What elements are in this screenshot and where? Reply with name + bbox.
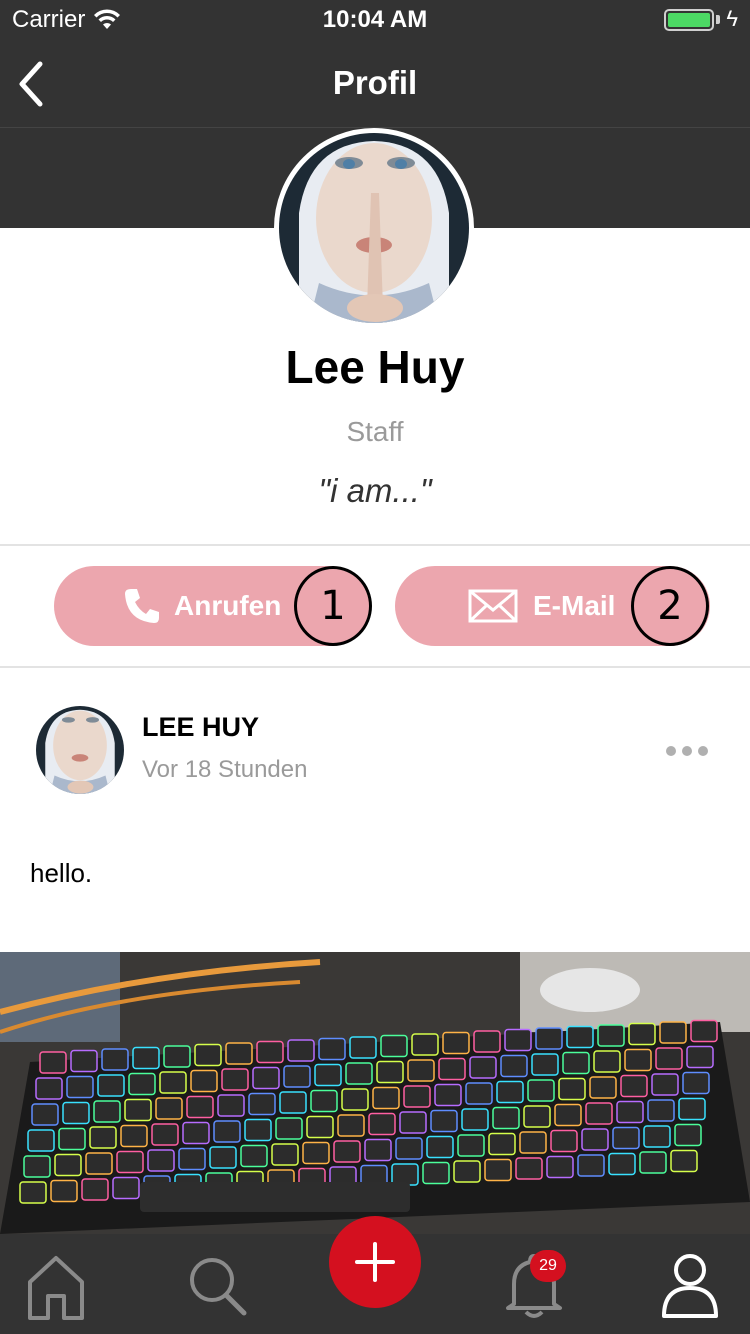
tab-home[interactable] (16, 1248, 96, 1324)
keyboard-photo (0, 952, 750, 1234)
nav-bar: Profil (0, 40, 750, 128)
search-icon (190, 1258, 247, 1316)
post-image[interactable] (0, 952, 750, 1234)
profile-name: Lee Huy (285, 341, 465, 393)
call-button[interactable]: Anrufen 1 (54, 566, 372, 646)
charging-icon: ϟ (726, 6, 738, 31)
status-bar: Carrier 10:04 AM ϟ (0, 0, 750, 40)
post-timestamp: Vor 18 Stunden (142, 756, 308, 783)
post-author-name[interactable]: LEE HUY (142, 712, 259, 743)
tab-profile[interactable] (650, 1248, 730, 1324)
notification-count-badge: 29 (530, 1250, 566, 1282)
email-marker: 2 (631, 566, 709, 646)
more-options-button[interactable] (664, 738, 710, 762)
email-label: E-Mail (533, 590, 616, 621)
post-author-avatar[interactable] (36, 706, 124, 794)
profile-role: Staff (346, 416, 404, 447)
avatar-illustration (279, 133, 469, 323)
page-title: Profil (332, 64, 418, 101)
user-icon (662, 1254, 718, 1318)
status-time: 10:04 AM (322, 6, 428, 33)
plus-icon (355, 1242, 395, 1282)
home-icon (28, 1256, 84, 1320)
phone-icon (125, 589, 159, 623)
call-marker: 1 (294, 566, 372, 646)
profile-avatar (274, 128, 474, 328)
post-text: hello. (30, 858, 93, 888)
tab-search[interactable] (176, 1248, 256, 1324)
avatar-illustration (36, 706, 124, 794)
more-dots-icon (666, 746, 676, 756)
battery-icon (664, 9, 714, 31)
envelope-icon (468, 589, 518, 623)
call-label: Anrufen (174, 590, 282, 621)
email-button[interactable]: E-Mail 2 (395, 566, 710, 646)
profile-quote: "i am..." (318, 472, 432, 509)
add-post-button[interactable] (329, 1216, 421, 1308)
divider (0, 666, 750, 668)
divider (0, 544, 750, 546)
